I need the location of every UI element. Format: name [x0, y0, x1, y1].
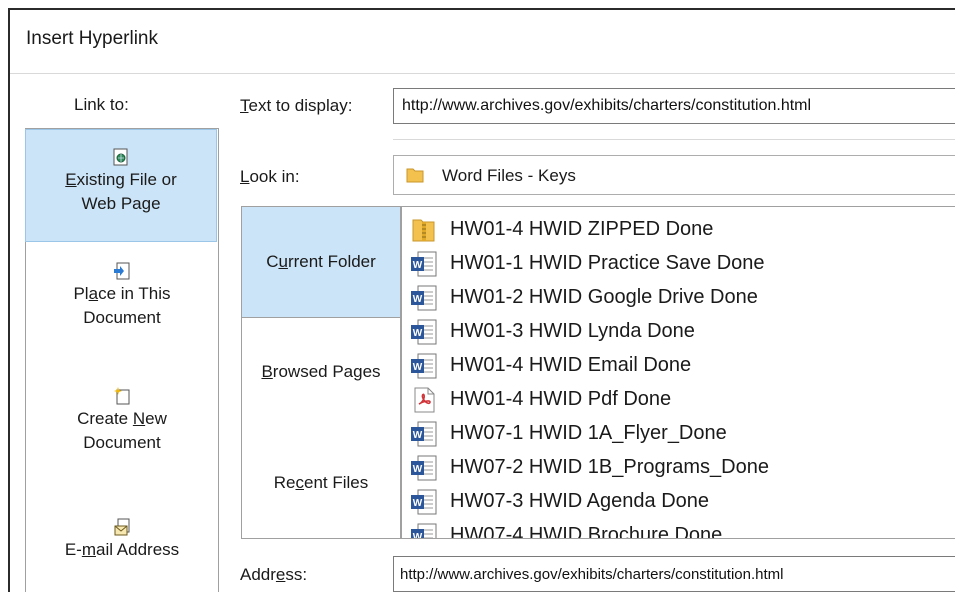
- insert-hyperlink-dialog: Insert Hyperlink Link to: Existing File …: [8, 8, 955, 592]
- link-create-line2: Document: [83, 433, 161, 452]
- svg-text:W: W: [413, 328, 423, 339]
- word-doc-icon: W: [410, 285, 438, 317]
- file-name: HW07-4 HWID Brochure Done: [450, 524, 723, 539]
- zip-folder-icon: [410, 217, 438, 249]
- svg-text:W: W: [413, 430, 423, 441]
- word-doc-icon: W: [410, 319, 438, 351]
- link-place-line2: Document: [83, 308, 161, 327]
- look-in-value: Word Files - Keys: [442, 166, 576, 185]
- link-email-address[interactable]: E-mail Address: [26, 518, 218, 562]
- file-list-item[interactable]: W HW01-4 HWID Email Done: [410, 349, 955, 383]
- file-list[interactable]: HW01-4 HWID ZIPPED Done W HW01-1 HWID Prac…: [401, 206, 955, 539]
- file-name: HW01-3 HWID Lynda Done: [450, 320, 695, 342]
- new-document-icon: [114, 387, 130, 405]
- link-to-panel: Existing File or Web Page Place in This …: [25, 128, 219, 592]
- link-existing-line1-rest: xisting File or: [76, 170, 177, 189]
- word-doc-icon: W: [410, 455, 438, 487]
- link-existing-file-or-web-page[interactable]: Existing File or Web Page: [25, 129, 217, 242]
- pdf-icon: [410, 387, 438, 419]
- dialog-title: Insert Hyperlink: [26, 28, 158, 49]
- browse-nav: Current Folder Browsed Pages Recent File…: [241, 206, 401, 539]
- file-name: HW07-3 HWID Agenda Done: [450, 490, 710, 512]
- text-to-display-label: Text to display:: [240, 96, 353, 115]
- link-existing-line2: Web Page: [81, 194, 161, 213]
- svg-text:W: W: [413, 532, 423, 539]
- web-page-icon: [113, 148, 128, 166]
- link-existing-line1-hotkey: E: [65, 170, 77, 189]
- file-list-item[interactable]: W HW07-3 HWID Agenda Done: [410, 485, 955, 519]
- file-name: HW01-4 HWID Pdf Done: [450, 388, 672, 410]
- file-name: HW07-2 HWID 1B_Programs_Done: [450, 456, 769, 478]
- file-list-item[interactable]: W HW01-1 HWID Practice Save Done: [410, 247, 955, 281]
- text-to-display-input[interactable]: [393, 88, 955, 124]
- svg-text:W: W: [413, 464, 423, 475]
- file-name: HW07-1 HWID 1A_Flyer_Done: [450, 422, 727, 444]
- file-list-item[interactable]: W HW07-4 HWID Brochure Done: [410, 519, 955, 539]
- link-to-label: Link to:: [74, 95, 129, 114]
- email-icon: [114, 518, 130, 536]
- link-place-in-this-document[interactable]: Place in This Document: [26, 262, 218, 330]
- nav-current-folder[interactable]: Current Folder: [242, 207, 400, 317]
- file-list-item[interactable]: W HW01-2 HWID Google Drive Done: [410, 281, 955, 315]
- file-name: HW01-2 HWID Google Drive Done: [450, 286, 758, 308]
- title-divider: [10, 73, 955, 74]
- file-list-item[interactable]: W HW07-1 HWID 1A_Flyer_Done: [410, 417, 955, 451]
- address-label: Address:: [240, 565, 308, 584]
- word-doc-icon: W: [410, 523, 438, 539]
- svg-text:W: W: [413, 498, 423, 509]
- place-in-document-icon: [114, 262, 130, 280]
- file-list-item[interactable]: W HW07-2 HWID 1B_Programs_Done: [410, 451, 955, 485]
- file-name: HW01-1 HWID Practice Save Done: [450, 252, 765, 274]
- svg-text:W: W: [413, 362, 423, 373]
- file-list-item[interactable]: W HW01-3 HWID Lynda Done: [410, 315, 955, 349]
- file-name: HW01-4 HWID ZIPPED Done: [450, 218, 714, 240]
- file-name: HW01-4 HWID Email Done: [450, 354, 692, 376]
- svg-text:W: W: [413, 260, 423, 271]
- section-divider: [393, 139, 955, 140]
- look-in-label: Look in:: [240, 167, 300, 186]
- nav-browsed-pages[interactable]: Browsed Pages: [242, 317, 400, 427]
- folder-icon: [406, 168, 424, 183]
- word-doc-icon: W: [410, 421, 438, 453]
- svg-text:W: W: [413, 294, 423, 305]
- file-list-item[interactable]: HW01-4 HWID Pdf Done: [410, 383, 955, 417]
- word-doc-icon: W: [410, 489, 438, 521]
- word-doc-icon: W: [410, 251, 438, 283]
- look-in-dropdown[interactable]: Word Files - Keys: [393, 155, 955, 195]
- address-input[interactable]: [393, 556, 955, 592]
- link-create-new-document[interactable]: Create New Document: [26, 387, 218, 455]
- word-doc-icon: W: [410, 353, 438, 385]
- file-list-item[interactable]: HW01-4 HWID ZIPPED Done: [410, 213, 955, 247]
- nav-recent-files[interactable]: Recent Files: [242, 427, 400, 538]
